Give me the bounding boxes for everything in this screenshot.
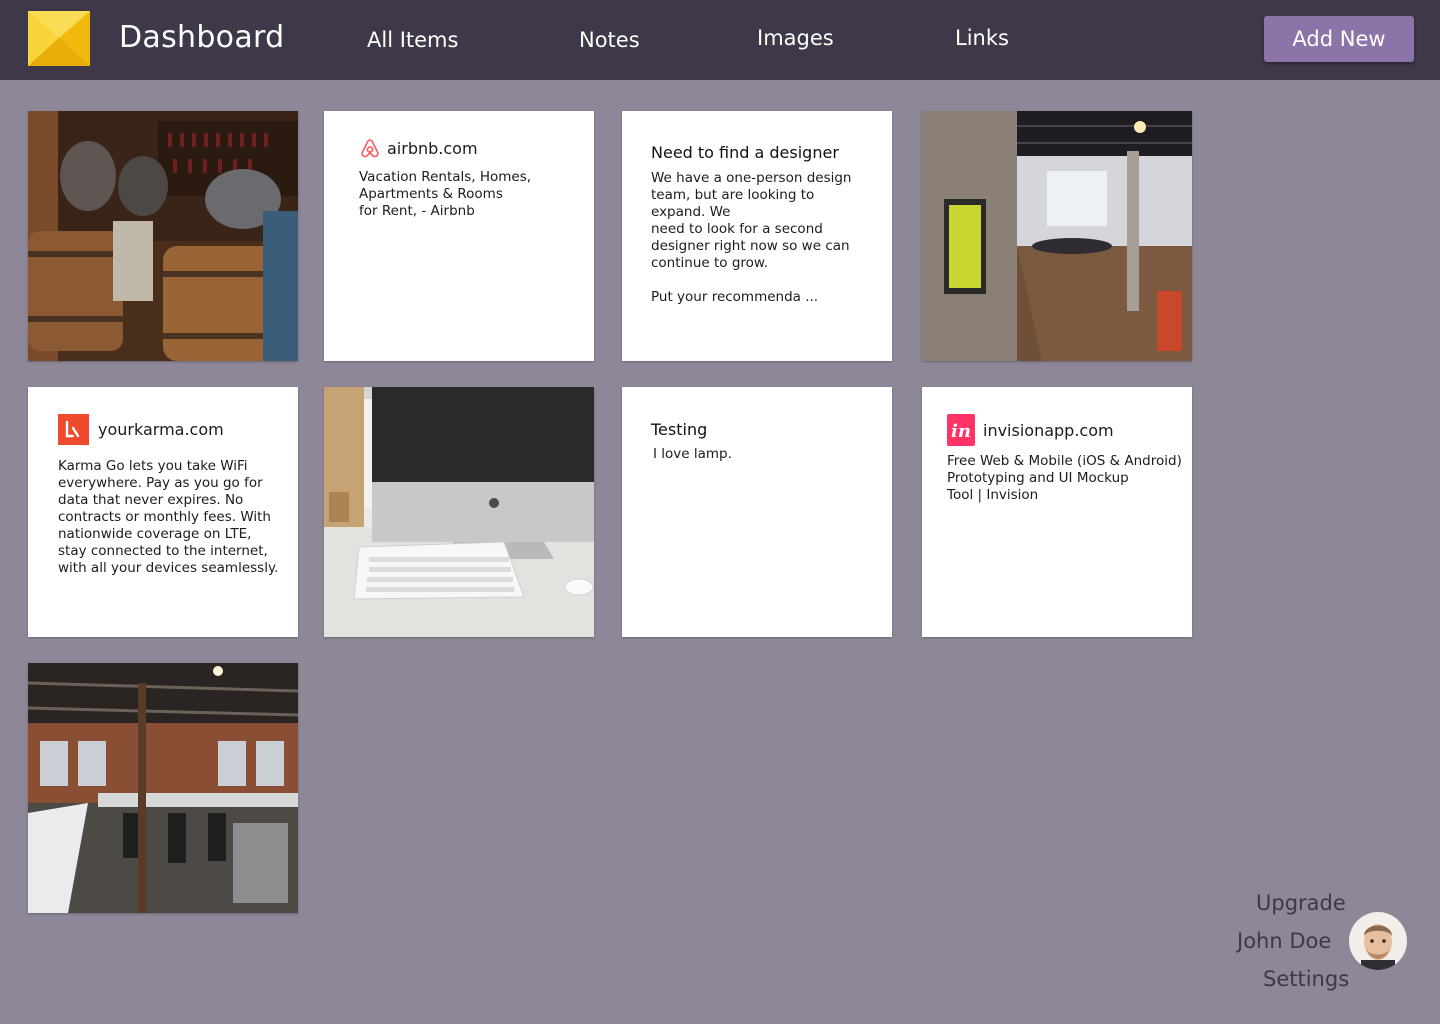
link-card-airbnb[interactable]: airbnb.com Vacation Rentals, Homes, Apar… bbox=[324, 111, 594, 361]
settings-link[interactable]: Settings bbox=[1263, 967, 1349, 991]
link-card-invision[interactable]: in invisionapp.com Free Web & Mobile (iO… bbox=[922, 387, 1192, 637]
link-domain: airbnb.com bbox=[387, 138, 478, 158]
open-office-photo bbox=[28, 663, 298, 913]
page-title: Dashboard bbox=[119, 20, 285, 55]
link-domain: invisionapp.com bbox=[983, 420, 1114, 440]
note-title: Testing bbox=[651, 420, 708, 439]
upgrade-link[interactable]: Upgrade bbox=[1256, 891, 1346, 915]
note-title: Need to find a designer bbox=[651, 143, 839, 162]
office-hallway-photo bbox=[922, 111, 1192, 361]
envelope-logo-icon[interactable] bbox=[28, 11, 90, 66]
note-body: I love lamp. bbox=[653, 446, 732, 462]
link-header: yourkarma.com bbox=[58, 414, 224, 445]
link-header: in invisionapp.com bbox=[947, 414, 1114, 446]
wine-bar-photo bbox=[28, 111, 298, 361]
link-domain: yourkarma.com bbox=[98, 420, 224, 439]
nav-images[interactable]: Images bbox=[757, 26, 834, 50]
invision-icon: in bbox=[947, 414, 975, 446]
note-card-testing[interactable]: Testing I love lamp. bbox=[622, 387, 892, 637]
link-description: Karma Go lets you take WiFi everywhere. … bbox=[58, 458, 279, 576]
note-body: We have a one-person design team, but ar… bbox=[651, 170, 852, 305]
avatar[interactable] bbox=[1349, 912, 1407, 970]
karma-icon bbox=[58, 414, 89, 445]
add-new-button[interactable]: Add New bbox=[1264, 16, 1414, 62]
image-card-wine-bar[interactable] bbox=[28, 111, 298, 361]
image-card-office-hallway[interactable] bbox=[922, 111, 1192, 361]
airbnb-icon bbox=[361, 139, 379, 158]
svg-text:in: in bbox=[951, 421, 971, 442]
user-avatar-image bbox=[1349, 912, 1407, 970]
image-card-imac-desk[interactable] bbox=[324, 387, 594, 637]
link-header: airbnb.com bbox=[359, 137, 478, 159]
nav-all-items[interactable]: All Items bbox=[367, 28, 458, 52]
imac-desk-photo bbox=[324, 387, 594, 637]
nav-notes[interactable]: Notes bbox=[579, 28, 640, 52]
image-card-open-office[interactable] bbox=[28, 663, 298, 913]
top-bar: Dashboard All Items Notes Images Links A… bbox=[0, 0, 1440, 80]
link-card-yourkarma[interactable]: yourkarma.com Karma Go lets you take WiF… bbox=[28, 387, 298, 637]
link-description: Vacation Rentals, Homes, Apartments & Ro… bbox=[359, 169, 532, 219]
nav-links[interactable]: Links bbox=[955, 26, 1009, 50]
user-name[interactable]: John Doe bbox=[1237, 929, 1331, 953]
link-description: Free Web & Mobile (iOS & Android) Protot… bbox=[947, 453, 1182, 503]
note-card-designer[interactable]: Need to find a designer We have a one-pe… bbox=[622, 111, 892, 361]
